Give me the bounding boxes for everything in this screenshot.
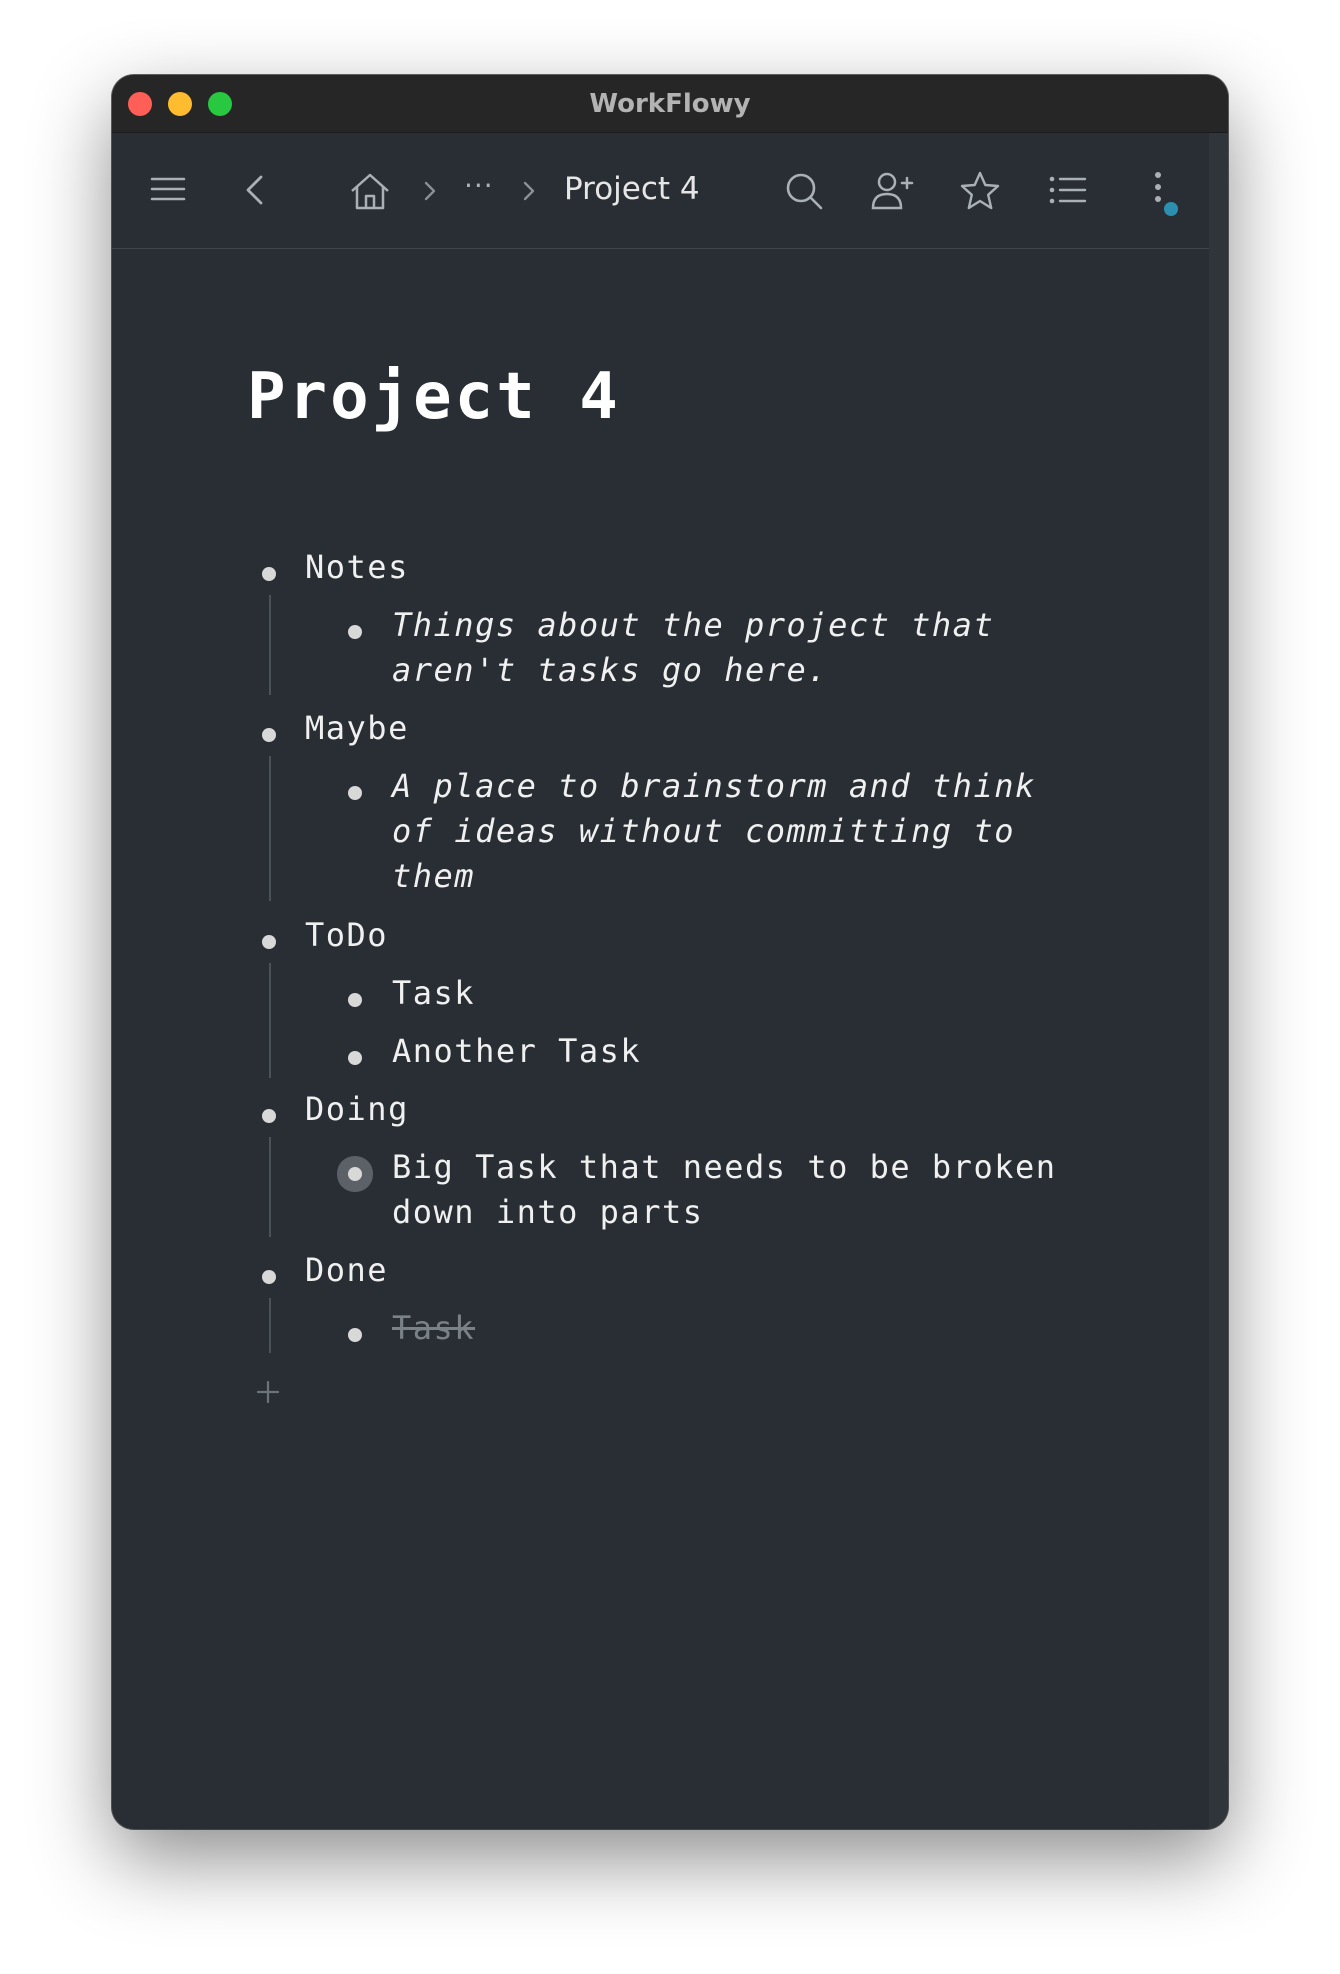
home-icon[interactable] [348, 169, 392, 213]
indent-guide [269, 1298, 271, 1353]
bullet[interactable] [262, 567, 276, 581]
indent-guide [269, 1137, 271, 1237]
bullet[interactable] [262, 1109, 276, 1123]
indent-guide [269, 595, 271, 695]
bullet[interactable] [348, 1051, 362, 1065]
notification-dot [1164, 202, 1178, 216]
list-item[interactable]: Notes [305, 545, 409, 590]
add-item-icon[interactable] [255, 1379, 281, 1405]
toolbar: ··· Project 4 [112, 133, 1209, 249]
list-item[interactable]: Things about the project that aren't tas… [392, 603, 994, 693]
list-item[interactable]: Big Task that needs to be broken down in… [392, 1145, 1057, 1235]
chevron-right-icon [517, 173, 541, 209]
page-title[interactable]: Project 4 [247, 360, 621, 434]
list-item[interactable]: Done [305, 1248, 388, 1293]
list-icon[interactable] [1046, 169, 1090, 213]
bullet[interactable] [262, 728, 276, 742]
bullet[interactable] [348, 1328, 362, 1342]
search-icon[interactable] [782, 169, 826, 213]
collapsed-bullet[interactable] [348, 1167, 362, 1181]
bullet[interactable] [262, 1270, 276, 1284]
list-item[interactable]: Task [392, 971, 475, 1016]
window-title: WorkFlowy [589, 89, 751, 119]
bullet[interactable] [348, 786, 362, 800]
menu-icon[interactable] [146, 169, 190, 213]
app-window: WorkFlowy ··· Project 4 Project 4 Notes … [112, 75, 1228, 1829]
back-icon[interactable] [234, 169, 278, 213]
indent-guide [269, 963, 271, 1078]
breadcrumb-current[interactable]: Project 4 [564, 171, 700, 207]
list-item[interactable]: A place to brainstorm and think of ideas… [392, 764, 1036, 899]
list-item[interactable]: Maybe [305, 706, 409, 751]
chevron-right-icon [418, 173, 442, 209]
indent-guide [269, 756, 271, 901]
completed-item[interactable]: Task [392, 1306, 475, 1351]
list-item[interactable]: ToDo [305, 913, 388, 958]
add-user-icon[interactable] [870, 169, 914, 213]
list-item[interactable]: Another Task [392, 1029, 641, 1074]
outline: Project 4 Notes Things about the project… [112, 250, 1209, 1829]
star-icon[interactable] [958, 169, 1002, 213]
bullet[interactable] [348, 993, 362, 1007]
title-bar: WorkFlowy [112, 75, 1228, 133]
bullet[interactable] [262, 935, 276, 949]
scrollbar[interactable] [1209, 133, 1228, 1829]
bullet[interactable] [348, 625, 362, 639]
list-item[interactable]: Doing [305, 1087, 409, 1132]
breadcrumb-ellipsis[interactable]: ··· [464, 169, 494, 202]
